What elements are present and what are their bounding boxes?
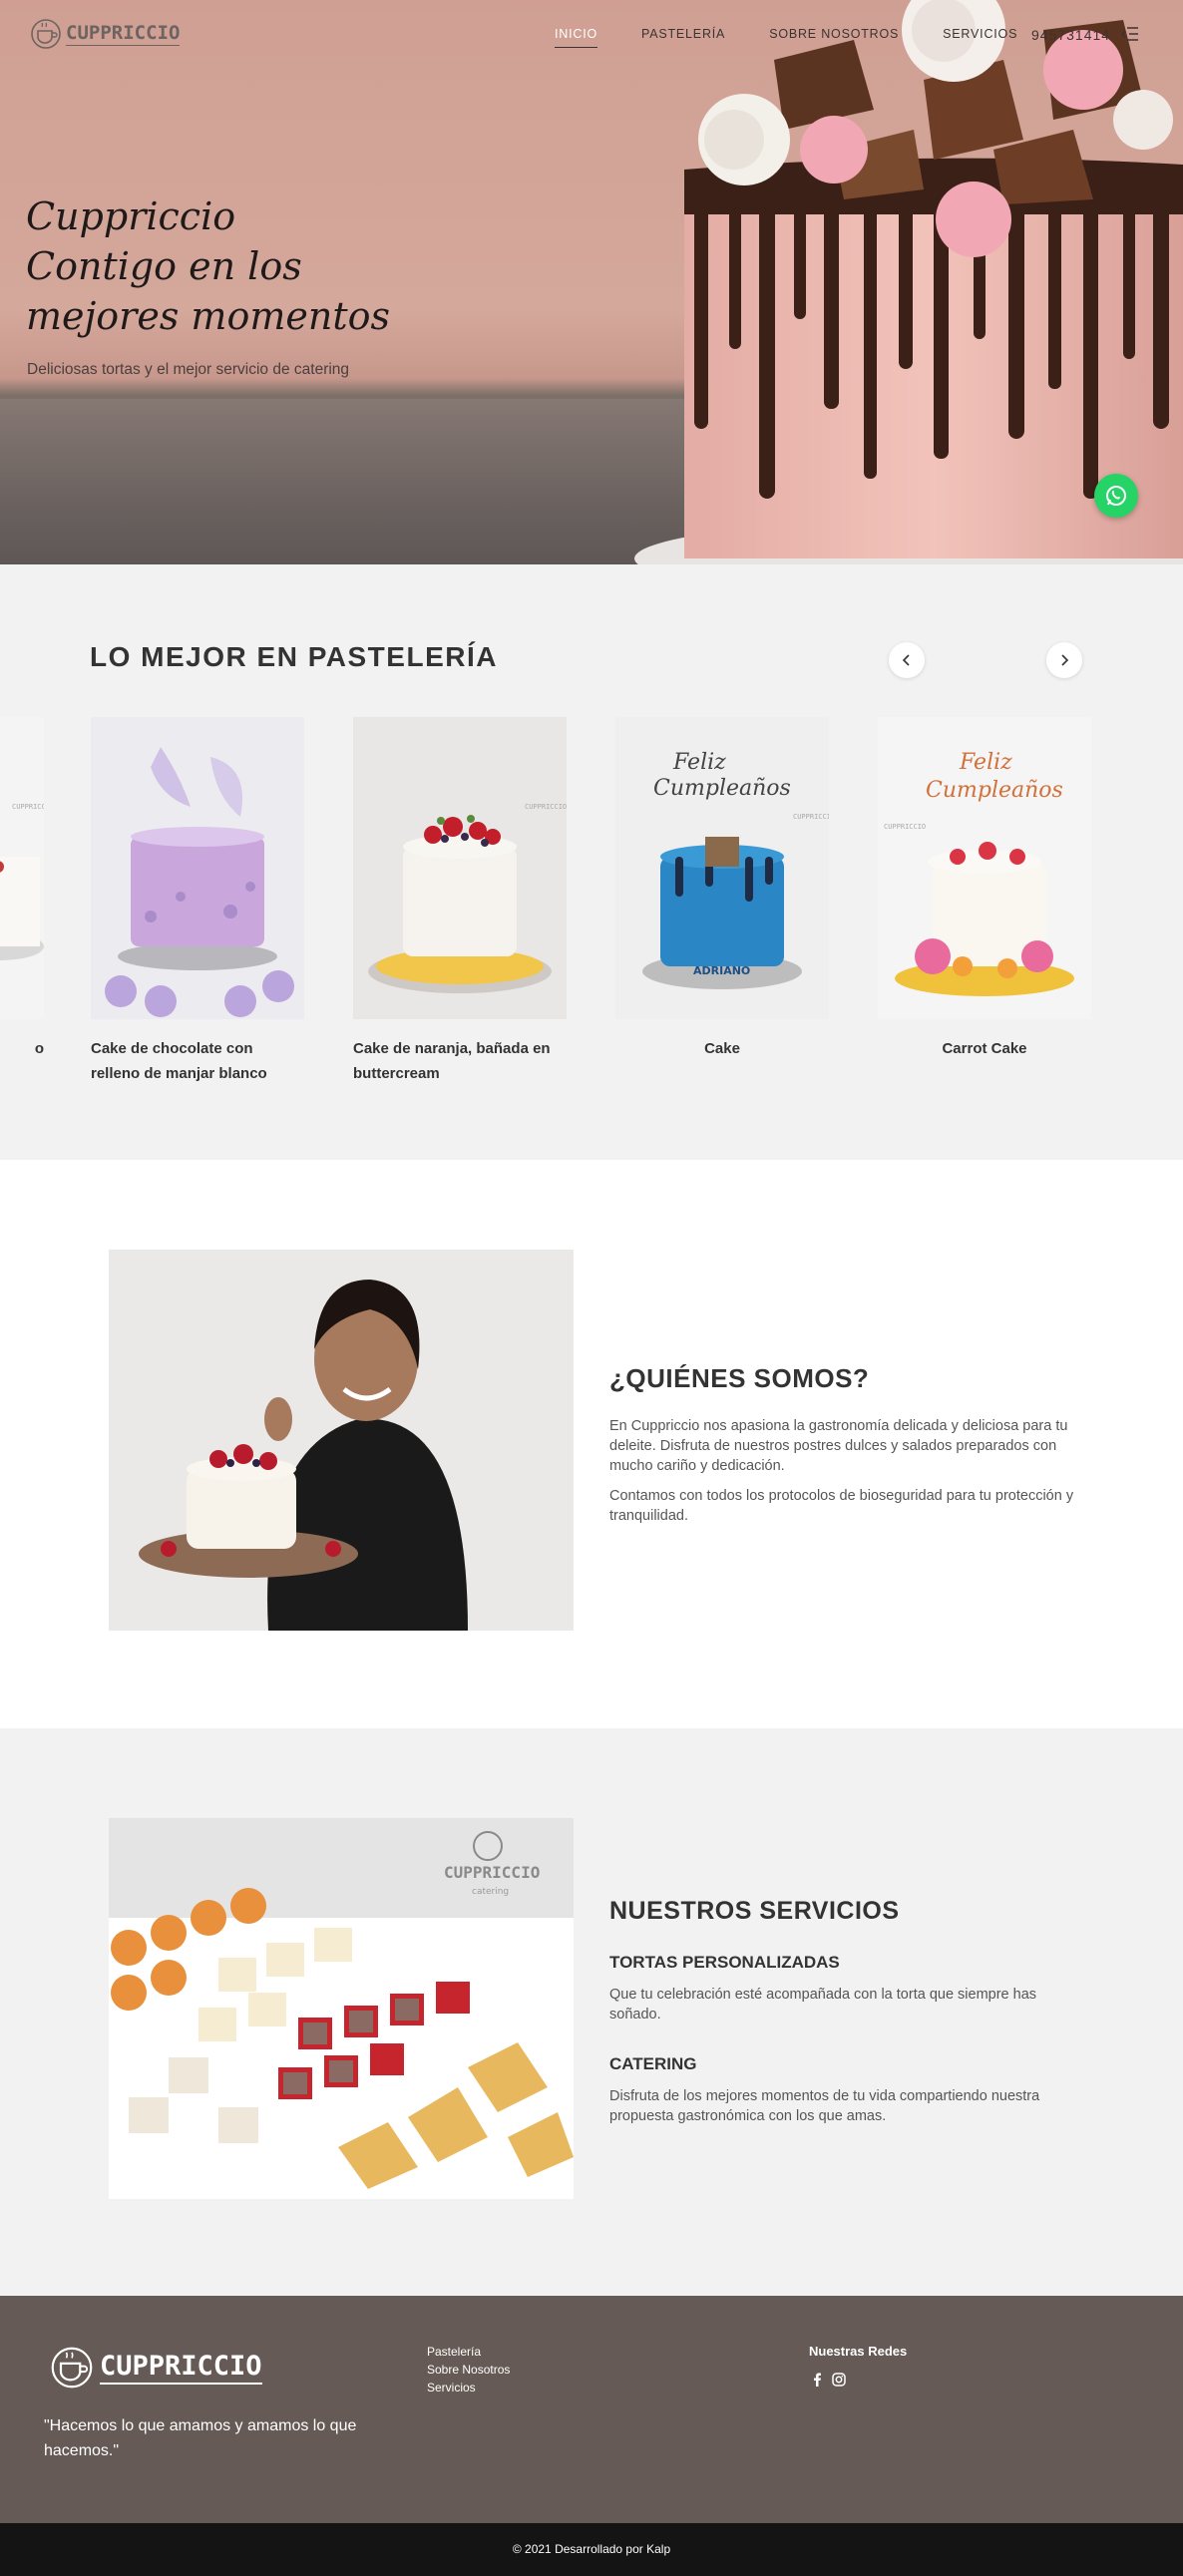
whatsapp-button[interactable] <box>1094 474 1138 518</box>
product-name: Cake de naranja, bañada en buttercream <box>353 1040 551 1082</box>
nav-item-sobre-nosotros[interactable]: SOBRE NOSOTROS <box>769 27 899 48</box>
service-description: Que tu celebración esté acompañada con l… <box>609 1987 1037 2023</box>
service-title: CATERING <box>609 2054 697 2073</box>
product-image <box>91 717 304 1019</box>
facebook-icon[interactable] <box>810 2373 824 2387</box>
svg-text:ADRIANO: ADRIANO <box>693 964 750 977</box>
hero-title-line: Cuppriccio <box>26 194 236 238</box>
nav-item-inicio[interactable]: INICIO <box>555 27 597 48</box>
service-description: Disfruta de los mejores momentos de tu v… <box>609 2088 1040 2124</box>
footer-quote: "Hacemos lo que amamos y amamos lo que h… <box>44 2417 357 2459</box>
social-title: Nuestras Redes <box>809 2344 908 2359</box>
product-card-partial[interactable]: CUPPRICCIO o <box>0 717 44 1061</box>
hero-subtitle: Deliciosas tortas y el mejor servicio de… <box>27 361 350 378</box>
footer-link-sobre-nosotros[interactable]: Sobre Nosotros <box>427 2361 510 2379</box>
product-card[interactable]: Cake de chocolate con relleno de manjar … <box>91 717 304 1086</box>
hero-title-line: mejores momentos <box>26 294 390 338</box>
site-logo[interactable]: CUPPRICCIO <box>30 18 181 50</box>
social-icons <box>810 2373 846 2387</box>
hero-title: Cuppriccio Contigo en los mejores moment… <box>26 191 390 341</box>
baker-photo <box>109 1250 574 1631</box>
svg-text:CUPPRICCIO: CUPPRICCIO <box>525 803 567 811</box>
about-paragraph: Contamos con todos los protocolos de bio… <box>609 1488 1074 1524</box>
quienes-somos-section: ¿QUIÉNES SOMOS? En Cuppriccio nos apasio… <box>0 1160 1183 1728</box>
cup-logo-icon <box>51 2347 93 2389</box>
product-image: CUPPRICCIO <box>353 717 567 1019</box>
product-image: CUPPRICCIO Feliz Cumpleaños <box>878 717 1091 1019</box>
footer-link-servicios[interactable]: Servicios <box>427 2379 510 2396</box>
product-name: Carrot Cake <box>942 1040 1027 1057</box>
footer-link-pasteleria[interactable]: Pastelería <box>427 2343 510 2361</box>
svg-text:catering: catering <box>472 1887 509 1897</box>
footer-links: Pastelería Sobre Nosotros Servicios <box>427 2343 510 2396</box>
svg-text:CUPPRICCIO: CUPPRICCIO <box>12 803 44 811</box>
product-card[interactable]: CUPPRICCIO Cake de naranja, bañada en bu… <box>353 717 567 1086</box>
menu-icon[interactable] <box>1121 27 1139 41</box>
svg-text:Feliz: Feliz <box>672 750 726 775</box>
nav-item-pasteleria[interactable]: PASTELERÍA <box>641 27 725 48</box>
product-name: Cake <box>704 1040 740 1057</box>
nav-phone[interactable]: 945731414 <box>1031 27 1110 43</box>
about-paragraph: En Cuppriccio nos apasiona la gastronomí… <box>609 1418 1068 1474</box>
whatsapp-icon <box>1106 486 1126 506</box>
pasteleria-section: LO MEJOR EN PASTELERÍA CUPPRICCIO o <box>0 564 1183 1160</box>
svg-text:CUPPRICCIO: CUPPRICCIO <box>793 813 829 821</box>
nav-item-servicios[interactable]: SERVICIOS <box>943 27 1017 48</box>
carousel-prev-button[interactable] <box>889 642 925 678</box>
cup-logo-icon <box>31 19 61 49</box>
hero-section: CUPPRICCIO INICIO PASTELERÍA SOBRE NOSOT… <box>0 0 1183 564</box>
svg-text:CUPPRICCIO: CUPPRICCIO <box>444 1863 540 1882</box>
nav-links: INICIO PASTELERÍA SOBRE NOSOTROS SERVICI… <box>555 27 1061 48</box>
chevron-left-icon <box>902 654 910 666</box>
navbar: CUPPRICCIO INICIO PASTELERÍA SOBRE NOSOT… <box>0 0 1183 72</box>
logo-text: CUPPRICCIO <box>100 2351 262 2385</box>
service-title: TORTAS PERSONALIZADAS <box>609 1953 840 1972</box>
section-title: NUESTROS SERVICIOS <box>609 1897 900 1925</box>
instagram-icon[interactable] <box>832 2373 846 2387</box>
product-card[interactable]: CUPPRICCIO Feliz Cumpleaños Carrot Cake <box>878 717 1091 1061</box>
svg-text:Feliz: Feliz <box>959 750 1012 775</box>
catering-photo: CUPPRICCIO catering <box>109 1818 574 2199</box>
product-name: o <box>34 1040 44 1057</box>
logo-text: CUPPRICCIO <box>66 22 181 46</box>
chevron-right-icon <box>1061 654 1069 666</box>
svg-text:CUPPRICCIO: CUPPRICCIO <box>884 823 926 831</box>
copyright-bar: © 2021 Desarrollado por Kalp <box>0 2523 1183 2576</box>
svg-text:Cumpleaños: Cumpleaños <box>653 776 791 801</box>
product-name: Cake de chocolate con relleno de manjar … <box>91 1040 267 1082</box>
footer: CUPPRICCIO "Hacemos lo que amamos y amam… <box>0 2296 1183 2523</box>
product-image: CUPPRICCIO Feliz Cumpleaños ADRIANO <box>615 717 829 1019</box>
footer-logo[interactable]: CUPPRICCIO <box>50 2346 262 2390</box>
svg-text:Cumpleaños: Cumpleaños <box>926 778 1063 803</box>
carousel-next-button[interactable] <box>1046 642 1082 678</box>
hero-title-line: Contigo en los <box>26 244 302 288</box>
section-title: LO MEJOR EN PASTELERÍA <box>90 641 498 672</box>
product-image: CUPPRICCIO <box>0 717 44 1019</box>
product-card[interactable]: CUPPRICCIO Feliz Cumpleaños ADRIANO Cake <box>615 717 829 1061</box>
servicios-section: CUPPRICCIO catering NUESTROS SERVICIOS T… <box>0 1728 1183 2296</box>
section-title: ¿QUIÉNES SOMOS? <box>609 1363 870 1393</box>
